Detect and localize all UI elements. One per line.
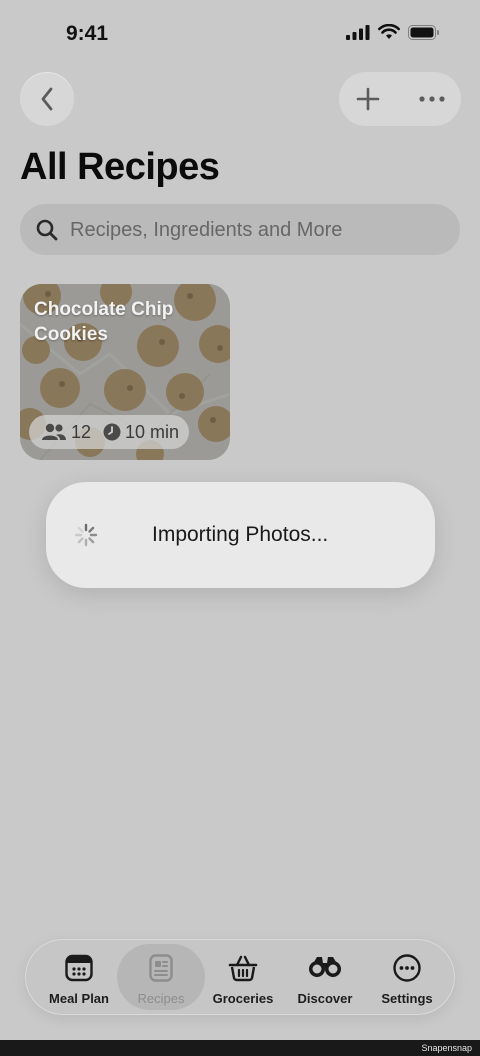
ellipsis-circle-icon <box>393 954 421 982</box>
plus-icon <box>356 87 380 111</box>
cellular-signal-icon <box>346 24 370 40</box>
tab-label: Meal Plan <box>49 991 109 1006</box>
chevron-left-icon <box>41 87 53 111</box>
bottom-strip: Snapensnap <box>0 1040 480 1056</box>
add-button[interactable] <box>339 72 397 126</box>
page-title: All Recipes <box>20 146 220 188</box>
search-bar[interactable] <box>20 204 460 257</box>
search-input[interactable] <box>68 204 452 257</box>
recipe-title: Chocolate Chip Cookies <box>34 299 174 345</box>
battery-icon <box>408 24 439 40</box>
tab-label: Groceries <box>212 991 274 1006</box>
activity-spinner-icon <box>74 523 98 547</box>
status-icons <box>346 24 440 40</box>
more-button[interactable] <box>403 72 461 126</box>
wifi-icon <box>378 24 400 39</box>
recipe-card-icon <box>149 954 173 982</box>
clock-icon <box>103 423 121 441</box>
tab-settings[interactable]: Settings <box>363 944 451 1010</box>
basket-icon <box>228 955 258 982</box>
tab-label: Recipes <box>137 991 185 1006</box>
tab-label: Discover <box>297 991 353 1006</box>
watermark-text: Snapensnap <box>421 1043 472 1053</box>
ellipsis-icon <box>419 96 445 102</box>
tab-bar: Meal Plan Recipes Groceries Discover Set… <box>25 939 455 1015</box>
search-icon <box>36 219 58 241</box>
toast-text: Importing Photos... <box>152 523 329 546</box>
recipe-servings: 12 <box>71 421 92 442</box>
calendar-icon <box>65 954 93 982</box>
tab-meal-plan[interactable]: Meal Plan <box>35 944 123 1010</box>
recipe-time: 10 min <box>125 421 180 442</box>
status-bar: 9:41 <box>0 0 480 70</box>
tab-recipes[interactable]: Recipes <box>117 944 205 1010</box>
status-time: 9:41 <box>66 22 109 45</box>
back-button[interactable] <box>20 72 74 126</box>
binoculars-icon <box>309 957 341 977</box>
recipe-meta: 12 10 min <box>29 415 189 449</box>
recipe-card[interactable]: Chocolate Chip Cookies 12 10 min <box>20 284 230 460</box>
tab-label: Settings <box>381 991 433 1006</box>
tab-discover[interactable]: Discover <box>281 944 369 1010</box>
importing-toast: Importing Photos... <box>46 482 435 588</box>
people-icon <box>42 423 66 440</box>
tab-groceries[interactable]: Groceries <box>199 944 287 1010</box>
nav-actions-group <box>339 72 461 126</box>
